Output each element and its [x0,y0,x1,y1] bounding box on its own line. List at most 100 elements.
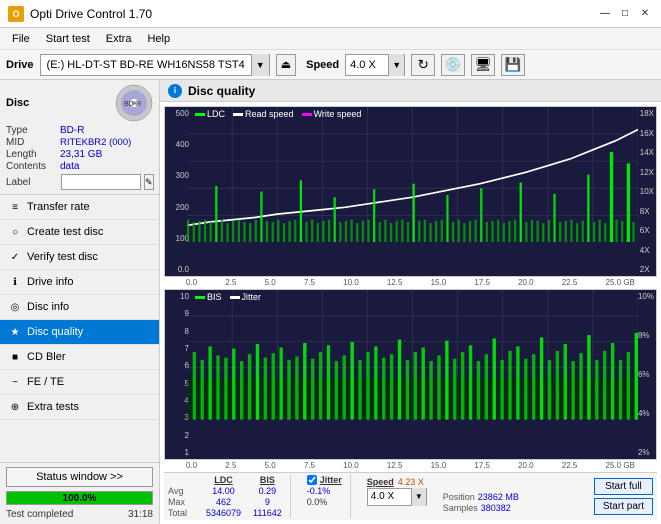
content-area: i Disc quality LDC Read s [160,80,661,524]
drive-dropdown-btn[interactable]: ▼ [251,54,269,76]
disc-length-label: Length [6,149,58,160]
sidebar-item-drive-info[interactable]: ℹ Drive info [0,270,159,295]
status-section: Status window >> 100.0% Test completed 3… [0,462,159,524]
sidebar-item-transfer-rate[interactable]: ≡ Transfer rate [0,195,159,220]
minimize-button[interactable]: — [597,6,613,22]
drive-selector[interactable]: (E:) HL-DT-ST BD-RE WH16NS58 TST4 [41,58,251,72]
disc-mid-row: MID RITEKBR2 (000) [6,137,153,148]
stats-labels-col: Avg Max Total [168,475,198,518]
disc-label-edit-btn[interactable]: ✎ [144,174,154,190]
speed-header-row: Speed 4.23 X [367,477,427,487]
drive-info-icon: ℹ [8,275,22,289]
avg-ldc: 14.00 [212,486,235,496]
action-buttons: Start full Start part [594,478,653,515]
status-window-button[interactable]: Status window >> [6,467,153,487]
sidebar-item-create-test-disc[interactable]: ○ Create test disc [0,220,159,245]
chart2: BIS Jitter 10 9 8 7 6 5 [164,289,657,460]
max-bis: 9 [265,497,270,507]
disc-label-input[interactable] [61,174,141,190]
legend-jitter: Jitter [230,292,262,302]
app-icon: O [8,6,24,22]
disc-type-value: BD-R [60,125,84,136]
disc-mid-value: RITEKBR2 (000) [60,137,131,148]
eject-button[interactable]: ⏏ [276,54,296,76]
legend-read-speed-color [233,113,243,116]
legend-write-speed-label: Write speed [314,109,362,119]
maximize-button[interactable]: □ [617,6,633,22]
sidebar-item-label: FE / TE [27,376,64,388]
disc-header: Disc BD-R [6,84,153,122]
speed-dropdown-val[interactable]: 4.0 X [368,490,411,503]
stats-speed-section: Speed 4.23 X 4.0 X ▼ [367,477,427,517]
legend-ldc-color [195,113,205,116]
disc-type-label: Type [6,125,58,136]
sidebar-item-cd-bler[interactable]: ■ CD Bler [0,345,159,370]
chart2-y-axis-left: 10 9 8 7 6 5 4 3 2 1 [167,290,189,459]
bis-header: BIS [260,475,275,485]
start-part-button[interactable]: Start part [594,498,653,515]
jitter-header-row: Jitter [307,475,342,485]
close-button[interactable]: ✕ [637,6,653,22]
total-bis: 111642 [253,508,282,518]
legend-jitter-color [230,296,240,299]
samples-row: Samples 380382 [443,503,519,513]
menu-help[interactable]: Help [139,31,178,47]
disc-info-icon: ◎ [8,300,22,314]
avg-label: Avg [168,486,198,496]
disc-mid-label: MID [6,137,58,148]
start-full-button[interactable]: Start full [594,478,653,495]
refresh-button[interactable]: ↻ [411,54,435,76]
sidebar-item-fe-te[interactable]: ~ FE / TE [0,370,159,395]
create-test-disc-icon: ○ [8,225,22,239]
sidebar-item-verify-test-disc[interactable]: ✓ Verify test disc [0,245,159,270]
disc-length-value: 23,31 GB [60,149,102,160]
sidebar-item-label: CD Bler [27,351,66,363]
menu-extra[interactable]: Extra [98,31,140,47]
jitter-header: Jitter [320,475,342,485]
disc2-button[interactable]: 🖥 [471,54,495,76]
disc-type-row: Type BD-R [6,125,153,136]
sidebar-item-label: Disc info [27,301,69,313]
charts-area: LDC Read speed Write speed 500 [160,102,661,524]
sidebar-item-extra-tests[interactable]: ⊕ Extra tests [0,395,159,420]
speed-dropdown-btn[interactable]: ▼ [388,54,404,76]
disc-length-row: Length 23,31 GB [6,149,153,160]
disc-contents-value: data [60,161,79,172]
disc-contents-row: Contents data [6,161,153,172]
samples-val: 380382 [481,503,511,513]
disc-quality-header-icon: i [168,84,182,98]
total-label: Total [168,508,198,518]
save-button[interactable]: 💾 [501,54,525,76]
disc-button[interactable]: 💿 [441,54,465,76]
sidebar-item-disc-info[interactable]: ◎ Disc info [0,295,159,320]
jitter-checkbox[interactable] [307,475,317,485]
menu-start-test[interactable]: Start test [38,31,98,47]
legend-bis: BIS [195,292,222,302]
disc-icon: BD-R [115,84,153,122]
legend-bis-label: BIS [207,292,222,302]
chart1-wrapper: LDC Read speed Write speed 500 [164,106,657,287]
disc-quality-title: Disc quality [188,84,255,98]
chart2-wrapper: BIS Jitter 10 9 8 7 6 5 [164,289,657,470]
drivebar: Drive (E:) HL-DT-ST BD-RE WH16NS58 TST4 … [0,50,661,80]
legend-bis-color [195,296,205,299]
legend-read-speed: Read speed [233,109,294,119]
chart1: LDC Read speed Write speed 500 [164,106,657,277]
max-jitter: 0.0% [307,497,342,507]
stats-jitter-section: Jitter -0.1% 0.0% [307,475,351,518]
disc-label-label: Label [6,177,58,188]
sidebar-item-label: Create test disc [27,226,103,238]
stats-bis-col: BIS 0.29 9 111642 [253,475,291,518]
cd-bler-icon: ■ [8,350,22,364]
sidebar-item-disc-quality[interactable]: ★ Disc quality [0,320,159,345]
disc-title: Disc [6,97,29,109]
legend-write-speed-color [302,113,312,116]
fe-te-icon: ~ [8,375,22,389]
chart1-y-axis-left: 500 400 300 200 100 0.0 [167,107,189,276]
position-row: Position 23862 MB [443,492,519,502]
chart1-x-axis: 0.0 2.5 5.0 7.5 10.0 12.5 15.0 17.5 20.0… [164,277,657,287]
speed-selector[interactable]: 4.0 X [346,58,388,72]
speed-col-header: Speed [367,477,394,487]
speed-dropdown-arrow[interactable]: ▼ [411,488,426,506]
menu-file[interactable]: File [4,31,38,47]
